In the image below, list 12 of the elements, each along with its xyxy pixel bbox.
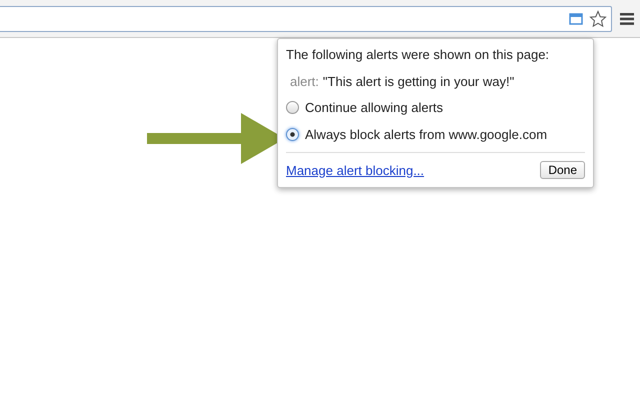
radio-button[interactable] bbox=[286, 101, 299, 114]
alert-message: "This alert is getting in your way!" bbox=[322, 74, 514, 89]
manage-link[interactable]: Manage alert blocking... bbox=[286, 162, 424, 178]
radio-button[interactable] bbox=[286, 128, 299, 141]
menu-icon[interactable] bbox=[620, 12, 634, 24]
radio-label[interactable]: Always block alerts from www.google.com bbox=[305, 127, 548, 142]
window-icon[interactable] bbox=[569, 12, 583, 24]
alert-label: alert: bbox=[290, 74, 319, 89]
popup-heading: The following alerts were shown on this page: bbox=[286, 47, 550, 62]
star-icon[interactable] bbox=[589, 10, 607, 28]
radio-label[interactable]: Continue allowing alerts bbox=[305, 100, 444, 115]
done-button[interactable]: Done bbox=[540, 161, 585, 179]
